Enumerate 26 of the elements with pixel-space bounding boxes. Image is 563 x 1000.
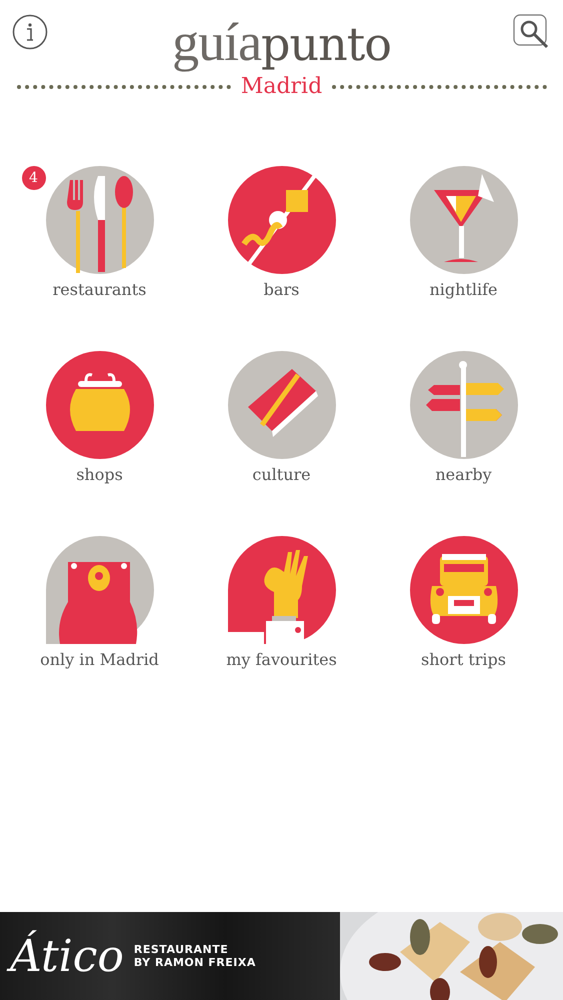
category-tile[interactable]: culture: [190, 351, 372, 484]
category-tile[interactable]: only in Madrid: [8, 536, 190, 669]
purse-icon: [46, 351, 154, 459]
info-icon: [12, 14, 48, 50]
category-tile[interactable]: nearby: [372, 351, 554, 484]
category-tile[interactable]: bars: [190, 166, 372, 299]
info-button[interactable]: [12, 14, 48, 50]
signpost-icon: [410, 351, 518, 459]
search-button[interactable]: [513, 14, 551, 50]
ok-hand-icon: [228, 536, 336, 644]
car-icon: [410, 536, 518, 644]
app-logo: guíapunto: [172, 14, 391, 72]
category-tile[interactable]: my favourites: [190, 536, 372, 669]
category-tile[interactable]: short trips: [372, 536, 554, 669]
ad-tagline: RESTAURANTE: [134, 943, 230, 956]
category-tile[interactable]: nightlife: [372, 166, 554, 299]
city-name: Madrid: [240, 74, 322, 99]
search-icon: [513, 14, 551, 50]
count-badge: 4: [22, 166, 46, 190]
cutlery-icon: [46, 166, 154, 274]
skewer-icon: [228, 166, 336, 274]
category-tile[interactable]: shops: [8, 351, 190, 484]
ad-tagline: BY RAMON FREIXA: [134, 956, 256, 969]
book-icon: [228, 351, 336, 459]
category-tile[interactable]: 4 restaurants: [8, 166, 190, 299]
cocktail-glass-icon: [410, 166, 518, 274]
